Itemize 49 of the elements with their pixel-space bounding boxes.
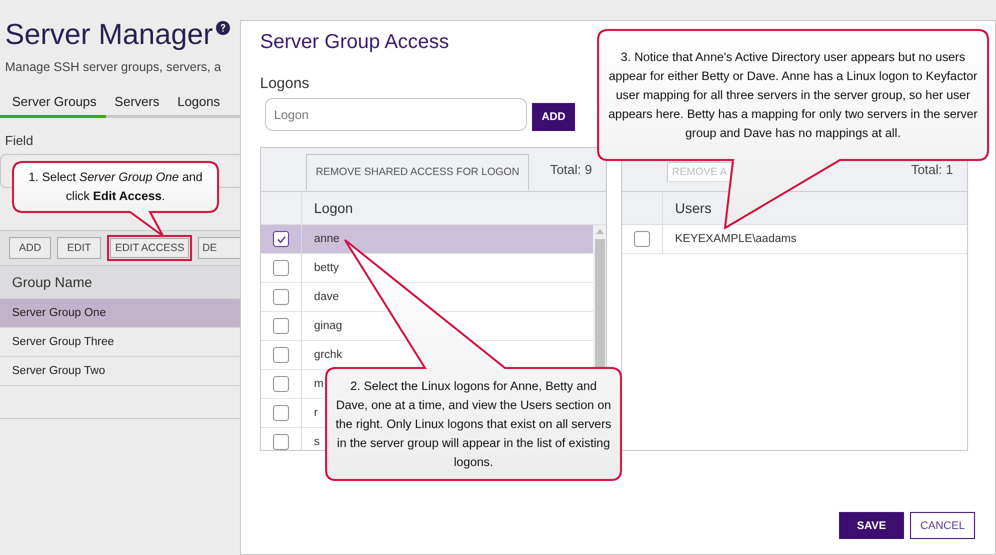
checkbox[interactable] — [273, 405, 289, 421]
checkbox[interactable] — [273, 289, 289, 305]
list-row[interactable]: anne — [261, 225, 593, 254]
toolbar-button[interactable]: EDIT ACCESS — [107, 235, 192, 261]
remove-button[interactable]: REMOVE SHARED ACCESS FOR LOGON — [306, 154, 529, 190]
row-text: dave — [313, 291, 339, 303]
logon-field[interactable]: Logon — [265, 98, 527, 131]
check-icon — [276, 234, 286, 244]
checkbox[interactable] — [273, 376, 289, 392]
help-icon[interactable] — [216, 21, 230, 35]
callout-text: 2. Select the Linux logons for Anne, Betty and Dave, one at a time, and view the Users section on the right. Only Linux logons that exist on all servers in the server group will appear in the list of existing logons. — [334, 378, 612, 470]
tab[interactable]: Logons — [168, 88, 229, 118]
toolbar-button[interactable]: ADD — [9, 237, 52, 259]
toolbar-button[interactable]: DE — [198, 237, 240, 259]
row-text: grchk — [313, 349, 342, 361]
row-text: ginag — [313, 320, 342, 332]
toolbar-button[interactable]: EDIT — [57, 237, 102, 259]
checkbox[interactable] — [273, 231, 289, 247]
checkbox[interactable] — [273, 434, 289, 450]
tab[interactable]: Servers — [106, 88, 168, 118]
list-row[interactable]: KEYEXAMPLE\aadams — [622, 225, 967, 254]
total-count: Total: 9 — [550, 162, 592, 177]
column-header: Group Name — [12, 274, 92, 290]
dialog-title: Server Group Access — [260, 31, 450, 54]
checkbox[interactable] — [273, 318, 289, 334]
checkbox[interactable] — [273, 347, 289, 363]
checkbox[interactable] — [634, 231, 650, 247]
cancel-button[interactable]: CANCEL — [910, 512, 975, 539]
total-count: Total: 1 — [911, 162, 953, 177]
callout-text: 3. Notice that Anne's Active Directory user appears but no users appear for either Betty or Dave. Anne has a Linux logon to Keyfactor user mapping for all three servers in the server group, so her user appears here. Betty has a mapping for only two servers in the server group and Dave has no mappings at all. — [607, 48, 979, 142]
row-text: betty — [313, 262, 339, 274]
save-button[interactable]: SAVE — [839, 512, 904, 539]
table-row[interactable]: Server Group One — [0, 298, 240, 327]
callout-text: 1. Select Server Group One and click Edit Access. — [27, 169, 204, 205]
row-text: m — [313, 378, 324, 390]
arrow-up-icon[interactable] — [596, 229, 604, 234]
row-text: KEYEXAMPLE\aadams — [674, 233, 796, 245]
checkbox[interactable] — [273, 260, 289, 276]
section-label: Logons — [260, 75, 310, 92]
row-text: s — [313, 436, 320, 448]
tab[interactable]: Server Groups — [0, 88, 106, 118]
row-text: anne — [313, 233, 340, 245]
page-subtitle: Manage SSH server groups, servers, a — [4, 60, 222, 74]
page-title: Server Manager — [5, 18, 213, 52]
field-label: Field — [5, 133, 34, 148]
row-text: r — [313, 407, 318, 419]
column-header: Users — [674, 200, 712, 216]
column-header: Logon — [313, 200, 353, 216]
add-button[interactable]: ADD — [532, 103, 575, 131]
